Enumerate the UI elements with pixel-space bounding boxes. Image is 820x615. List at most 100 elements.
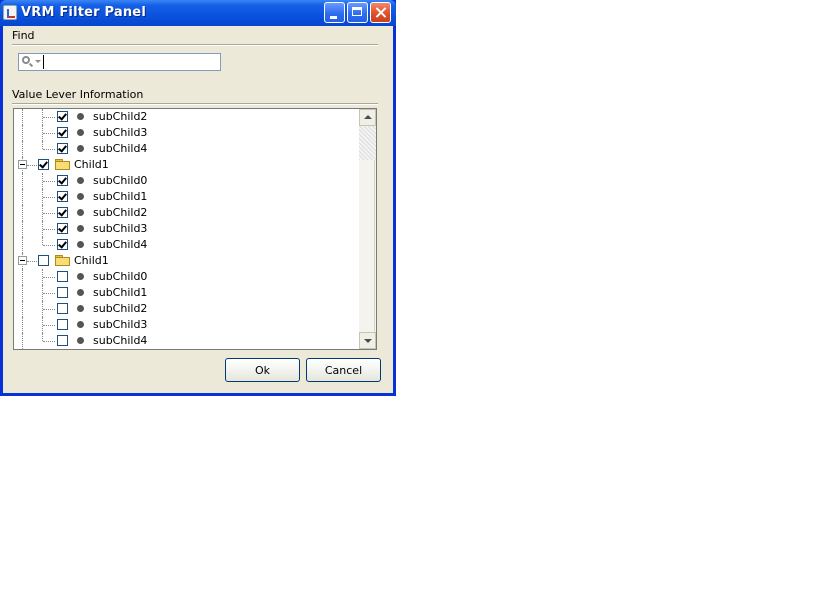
node-checkbox[interactable] <box>38 159 49 170</box>
node-label: subChild4 <box>93 334 148 347</box>
search-input[interactable] <box>43 55 219 69</box>
tree-guide-line <box>22 221 23 237</box>
tree-node-subchild[interactable]: subChild2 <box>14 205 360 221</box>
tree-guide-line <box>22 285 23 301</box>
scroll-track <box>374 160 375 332</box>
tree-guide-line <box>43 277 55 278</box>
leaf-bullet-icon <box>77 321 84 328</box>
tree-node-subchild[interactable]: subChild3 <box>14 317 360 333</box>
tree-guide-line <box>22 237 23 253</box>
tree-guide-line <box>22 333 23 349</box>
leaf-bullet-icon <box>77 113 84 120</box>
tree-node-subchild[interactable]: subChild4 <box>14 333 360 349</box>
tree-guide-line <box>22 301 23 317</box>
collapse-icon[interactable] <box>18 256 27 265</box>
node-label: Child1 <box>74 158 109 171</box>
tree-guide-line <box>22 189 23 205</box>
node-checkbox[interactable] <box>57 239 68 250</box>
node-checkbox[interactable] <box>57 319 68 330</box>
tree-node-subchild[interactable]: subChild2 <box>14 109 360 125</box>
search-icon[interactable] <box>21 55 43 69</box>
tree-node-subchild[interactable]: subChild3 <box>14 125 360 141</box>
dialog-body: Find Value Lever Information subChild2 su… <box>3 26 393 393</box>
tree-guide-line <box>22 269 23 285</box>
folder-icon <box>55 159 70 170</box>
tree-node-subchild[interactable]: subChild3 <box>14 221 360 237</box>
ok-button[interactable]: Ok <box>225 358 300 382</box>
tree-node-subchild[interactable]: subChild1 <box>14 285 360 301</box>
tree-guide-line <box>27 261 37 262</box>
node-checkbox[interactable] <box>57 287 68 298</box>
tree-guide-line <box>43 293 55 294</box>
tree-node-child[interactable]: Child1 <box>14 157 360 173</box>
java-cup-icon <box>3 5 17 20</box>
tree-scrollbar[interactable] <box>359 109 376 349</box>
node-label: subChild4 <box>93 142 148 155</box>
node-checkbox[interactable] <box>57 335 68 346</box>
node-label: subChild2 <box>93 302 148 315</box>
tree-guide-line <box>43 117 55 118</box>
tree-node-subchild[interactable]: subChild4 <box>14 141 360 157</box>
scroll-up-icon[interactable] <box>359 109 376 126</box>
node-label: subChild1 <box>93 190 148 203</box>
tree-node-subchild[interactable]: subChild0 <box>14 269 360 285</box>
tree-guide-line <box>22 141 23 157</box>
tree-guide-line <box>43 133 55 134</box>
scroll-down-icon[interactable] <box>359 332 376 349</box>
node-checkbox[interactable] <box>57 127 68 138</box>
node-checkbox[interactable] <box>57 223 68 234</box>
tree-guide-line <box>43 229 55 230</box>
leaf-bullet-icon <box>77 193 84 200</box>
leaf-bullet-icon <box>77 273 84 280</box>
node-label: subChild3 <box>93 222 148 235</box>
tree-node-subchild[interactable]: subChild4 <box>14 237 360 253</box>
node-checkbox[interactable] <box>57 191 68 202</box>
tree-guide-line <box>42 141 43 149</box>
node-checkbox[interactable] <box>38 255 49 266</box>
value-level-label: Value Lever Information <box>12 88 144 101</box>
minimize-button[interactable] <box>324 2 345 23</box>
leaf-bullet-icon <box>77 337 84 344</box>
filter-panel-window: VRM Filter Panel Find Value Lever Inform… <box>0 0 396 396</box>
tree-guide-line <box>43 197 55 198</box>
tree-guide-line <box>43 245 55 246</box>
leaf-bullet-icon <box>77 305 84 312</box>
cancel-button[interactable]: Cancel <box>306 358 381 382</box>
search-box[interactable] <box>18 53 221 71</box>
title-bar[interactable]: VRM Filter Panel <box>0 0 396 26</box>
node-label: subChild3 <box>93 318 148 331</box>
node-label: subChild0 <box>93 270 148 283</box>
maximize-button[interactable] <box>347 2 368 23</box>
value-level-separator <box>12 103 378 105</box>
tree-node-subchild[interactable]: subChild0 <box>14 173 360 189</box>
find-separator <box>12 44 378 46</box>
close-button[interactable] <box>370 2 391 23</box>
node-checkbox[interactable] <box>57 271 68 282</box>
collapse-icon[interactable] <box>18 160 27 169</box>
tree-node-child[interactable]: Child1 <box>14 253 360 269</box>
tree-guide-line <box>43 325 55 326</box>
scroll-thumb[interactable] <box>359 126 376 160</box>
leaf-bullet-icon <box>77 129 84 136</box>
folder-icon <box>55 255 70 266</box>
leaf-bullet-icon <box>77 241 84 248</box>
leaf-bullet-icon <box>77 225 84 232</box>
tree-node-subchild[interactable]: subChild2 <box>14 301 360 317</box>
tree-node-subchild[interactable]: subChild1 <box>14 189 360 205</box>
tree-guide-line <box>43 181 55 182</box>
value-tree[interactable]: subChild2 subChild3 subChild4 Child1 subChil… <box>13 108 377 350</box>
node-checkbox[interactable] <box>57 303 68 314</box>
node-label: subChild0 <box>93 174 148 187</box>
node-checkbox[interactable] <box>57 175 68 186</box>
node-checkbox[interactable] <box>57 111 68 122</box>
node-checkbox[interactable] <box>57 207 68 218</box>
node-label: subChild3 <box>93 126 148 139</box>
node-label: subChild2 <box>93 110 148 123</box>
node-label: subChild4 <box>93 238 148 251</box>
tree-guide-line <box>42 333 43 341</box>
node-checkbox[interactable] <box>57 143 68 154</box>
find-label: Find <box>12 29 35 42</box>
tree-guide-line <box>43 309 55 310</box>
node-label: Child1 <box>74 254 109 267</box>
node-label: subChild1 <box>93 286 148 299</box>
